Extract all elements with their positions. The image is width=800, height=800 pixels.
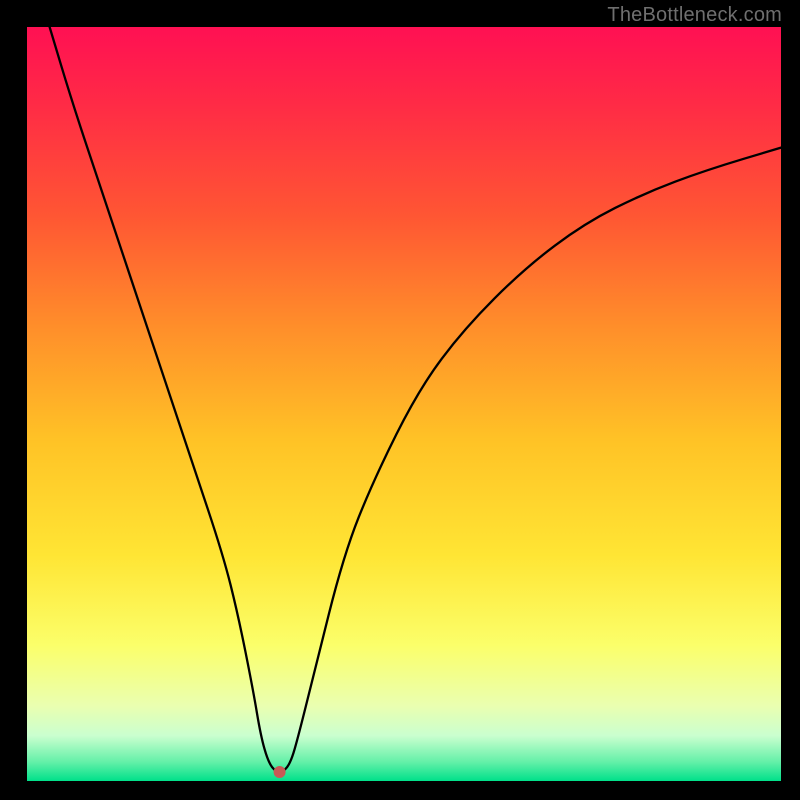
plot-area <box>27 27 781 781</box>
chart-stage: TheBottleneck.com <box>0 0 800 800</box>
optimal-point-marker <box>274 766 286 778</box>
watermark-text: TheBottleneck.com <box>607 4 782 27</box>
gradient-background <box>27 27 781 781</box>
bottleneck-chart-svg <box>27 27 781 781</box>
